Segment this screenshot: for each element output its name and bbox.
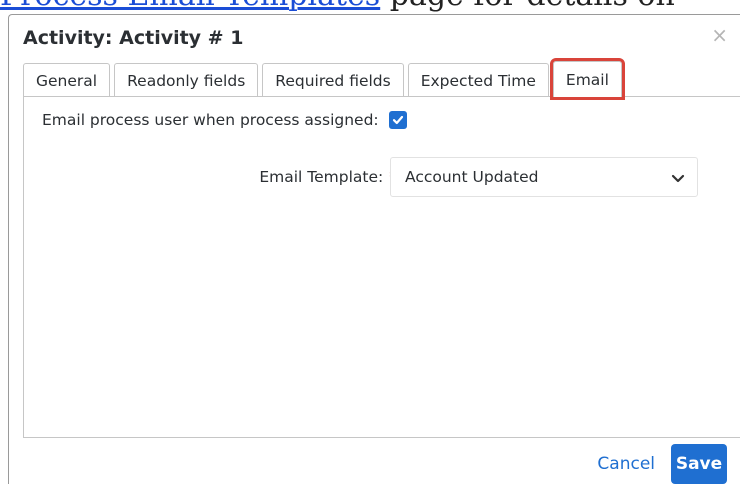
email-template-select[interactable]: Account Updated — [390, 157, 698, 197]
background-text: page for details on — [380, 0, 675, 13]
save-button[interactable]: Save — [671, 444, 727, 484]
tab-expected-time[interactable]: Expected Time — [407, 63, 549, 97]
template-row: Email Template:* Account Updated — [24, 157, 740, 197]
tab-readonly-fields[interactable]: Readonly fields — [114, 63, 259, 97]
cancel-button[interactable]: Cancel — [597, 454, 655, 474]
assign-row: Email process user when process assigned… — [42, 111, 407, 129]
tab-bar: General Readonly fields Required fields … — [23, 58, 626, 100]
email-template-value: Account Updated — [405, 168, 539, 186]
dialog-title: Activity: Activity # 1 — [23, 27, 244, 49]
dialog-footer: Cancel Save — [9, 438, 740, 488]
email-tab-panel: Email process user when process assigned… — [23, 96, 740, 438]
check-icon — [392, 115, 403, 125]
assign-label: Email process user when process assigned… — [42, 111, 379, 129]
template-label-group: Email Template:* — [259, 168, 397, 186]
tab-email[interactable]: Email — [549, 58, 625, 100]
close-icon[interactable]: × — [711, 25, 728, 45]
background-link[interactable]: Process Email Templates — [0, 0, 380, 13]
template-label: Email Template: — [259, 168, 384, 186]
activity-dialog: Activity: Activity # 1 × General Readonl… — [8, 14, 740, 484]
tab-required-fields[interactable]: Required fields — [262, 63, 404, 97]
tab-general[interactable]: General — [23, 63, 111, 97]
chevron-down-icon — [671, 174, 685, 183]
assign-checkbox[interactable] — [388, 111, 407, 129]
